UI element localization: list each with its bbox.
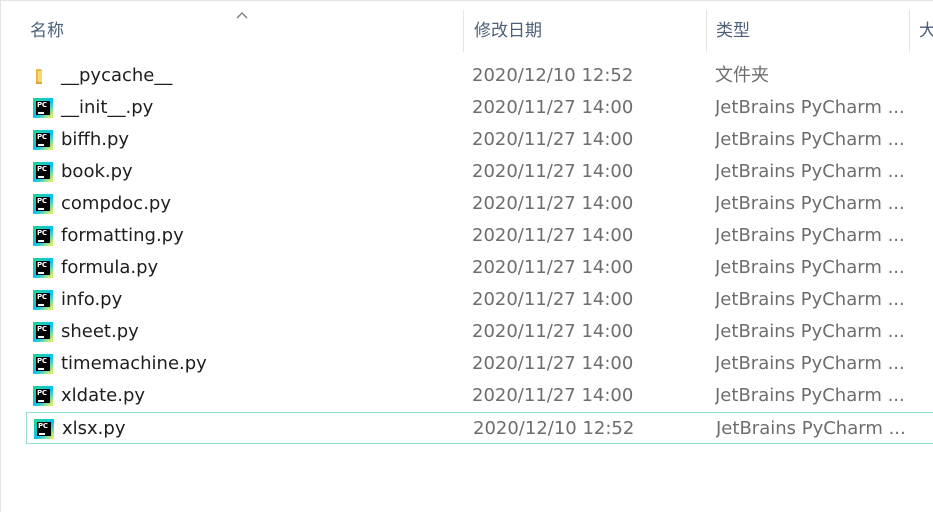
file-row[interactable]: PC biffh.py 2020/11/27 14:00 JetBrains PyCh… <box>26 124 933 156</box>
file-modified-date: 2020/11/27 14:00 <box>472 321 634 342</box>
file-name: __pycache__ <box>61 65 173 86</box>
file-type: JetBrains PyCharm ... <box>715 321 905 342</box>
file-type: JetBrains PyCharm ... <box>716 418 906 439</box>
file-name: xlsx.py <box>62 418 126 439</box>
file-row[interactable]: PC info.py 2020/11/27 14:00 JetBrains PyCha… <box>26 284 933 316</box>
file-name: sheet.py <box>61 321 139 342</box>
file-modified-date: 2020/12/10 12:52 <box>473 418 635 439</box>
file-modified-date: 2020/11/27 14:00 <box>472 193 634 214</box>
file-row[interactable]: PC book.py 2020/11/27 14:00 JetBrains PyCha… <box>26 156 933 188</box>
pycharm-file-icon: PC <box>33 98 53 118</box>
file-name: info.py <box>61 289 123 310</box>
pycharm-file-icon: PC <box>33 162 53 182</box>
file-row[interactable]: PC formula.py 2020/11/27 14:00 JetBrains Py… <box>26 252 933 284</box>
pycharm-file-icon: PC <box>33 258 53 278</box>
folder-icon <box>33 66 53 86</box>
pycharm-file-icon: PC <box>33 322 53 342</box>
file-name: biffh.py <box>61 129 130 150</box>
file-name: __init__.py <box>61 97 154 118</box>
pycharm-file-icon: PC <box>33 290 53 310</box>
file-modified-date: 2020/12/10 12:52 <box>472 65 634 86</box>
file-type: JetBrains PyCharm ... <box>715 385 905 406</box>
column-header-modified[interactable]: 修改日期 <box>463 10 706 52</box>
file-name: timemachine.py <box>61 353 207 374</box>
pycharm-file-icon: PC <box>33 130 53 150</box>
file-type: JetBrains PyCharm ... <box>715 97 905 118</box>
file-modified-date: 2020/11/27 14:00 <box>472 161 634 182</box>
file-list-pane[interactable]: 名称 修改日期 类型 大 __pycache__ 2020/12/10 12:52… <box>0 0 933 512</box>
file-row[interactable]: PC xldate.py 2020/11/27 14:00 JetBrains PyC… <box>26 380 933 412</box>
file-modified-date: 2020/11/27 14:00 <box>472 257 634 278</box>
file-row[interactable]: PC sheet.py 2020/11/27 14:00 JetBrains PyCh… <box>26 316 933 348</box>
file-modified-date: 2020/11/27 14:00 <box>472 385 634 406</box>
file-name: formatting.py <box>61 225 184 246</box>
pycharm-file-icon: PC <box>33 226 53 246</box>
file-name: formula.py <box>61 257 159 278</box>
file-row[interactable]: __pycache__ 2020/12/10 12:52 文件夹 <box>26 60 933 92</box>
pycharm-file-icon: PC <box>33 194 53 214</box>
file-name: book.py <box>61 161 133 182</box>
file-modified-date: 2020/11/27 14:00 <box>472 97 634 118</box>
file-modified-date: 2020/11/27 14:00 <box>472 353 634 374</box>
pycharm-file-icon: PC <box>34 419 54 439</box>
file-type: JetBrains PyCharm ... <box>715 129 905 150</box>
file-row[interactable]: PC __init__.py 2020/11/27 14:00 JetBrains P… <box>26 92 933 124</box>
file-row[interactable]: PC timemachine.py 2020/11/27 14:00 JetBrain… <box>26 348 933 380</box>
file-type: JetBrains PyCharm ... <box>715 257 905 278</box>
pycharm-file-icon: PC <box>33 386 53 406</box>
file-name: compdoc.py <box>61 193 172 214</box>
column-header-type[interactable]: 类型 <box>706 10 909 52</box>
file-type: JetBrains PyCharm ... <box>715 353 905 374</box>
file-modified-date: 2020/11/27 14:00 <box>472 129 634 150</box>
file-row[interactable]: PC xlsx.py 2020/12/10 12:52 JetBrains PyCha… <box>26 412 933 444</box>
pycharm-file-icon: PC <box>33 354 53 374</box>
file-type: 文件夹 <box>715 65 769 86</box>
file-type: JetBrains PyCharm ... <box>715 289 905 310</box>
column-header-name[interactable]: 名称 <box>30 10 462 52</box>
file-type: JetBrains PyCharm ... <box>715 193 905 214</box>
file-row[interactable]: PC compdoc.py 2020/11/27 14:00 JetBrains Py… <box>26 188 933 220</box>
file-modified-date: 2020/11/27 14:00 <box>472 225 634 246</box>
column-header-row: 名称 修改日期 类型 大 <box>1 10 933 52</box>
file-modified-date: 2020/11/27 14:00 <box>472 289 634 310</box>
file-name: xldate.py <box>61 385 146 406</box>
column-header-size[interactable]: 大 <box>909 10 933 52</box>
file-type: JetBrains PyCharm ... <box>715 225 905 246</box>
file-row[interactable]: PC formatting.py 2020/11/27 14:00 JetBrains… <box>26 220 933 252</box>
file-type: JetBrains PyCharm ... <box>715 161 905 182</box>
